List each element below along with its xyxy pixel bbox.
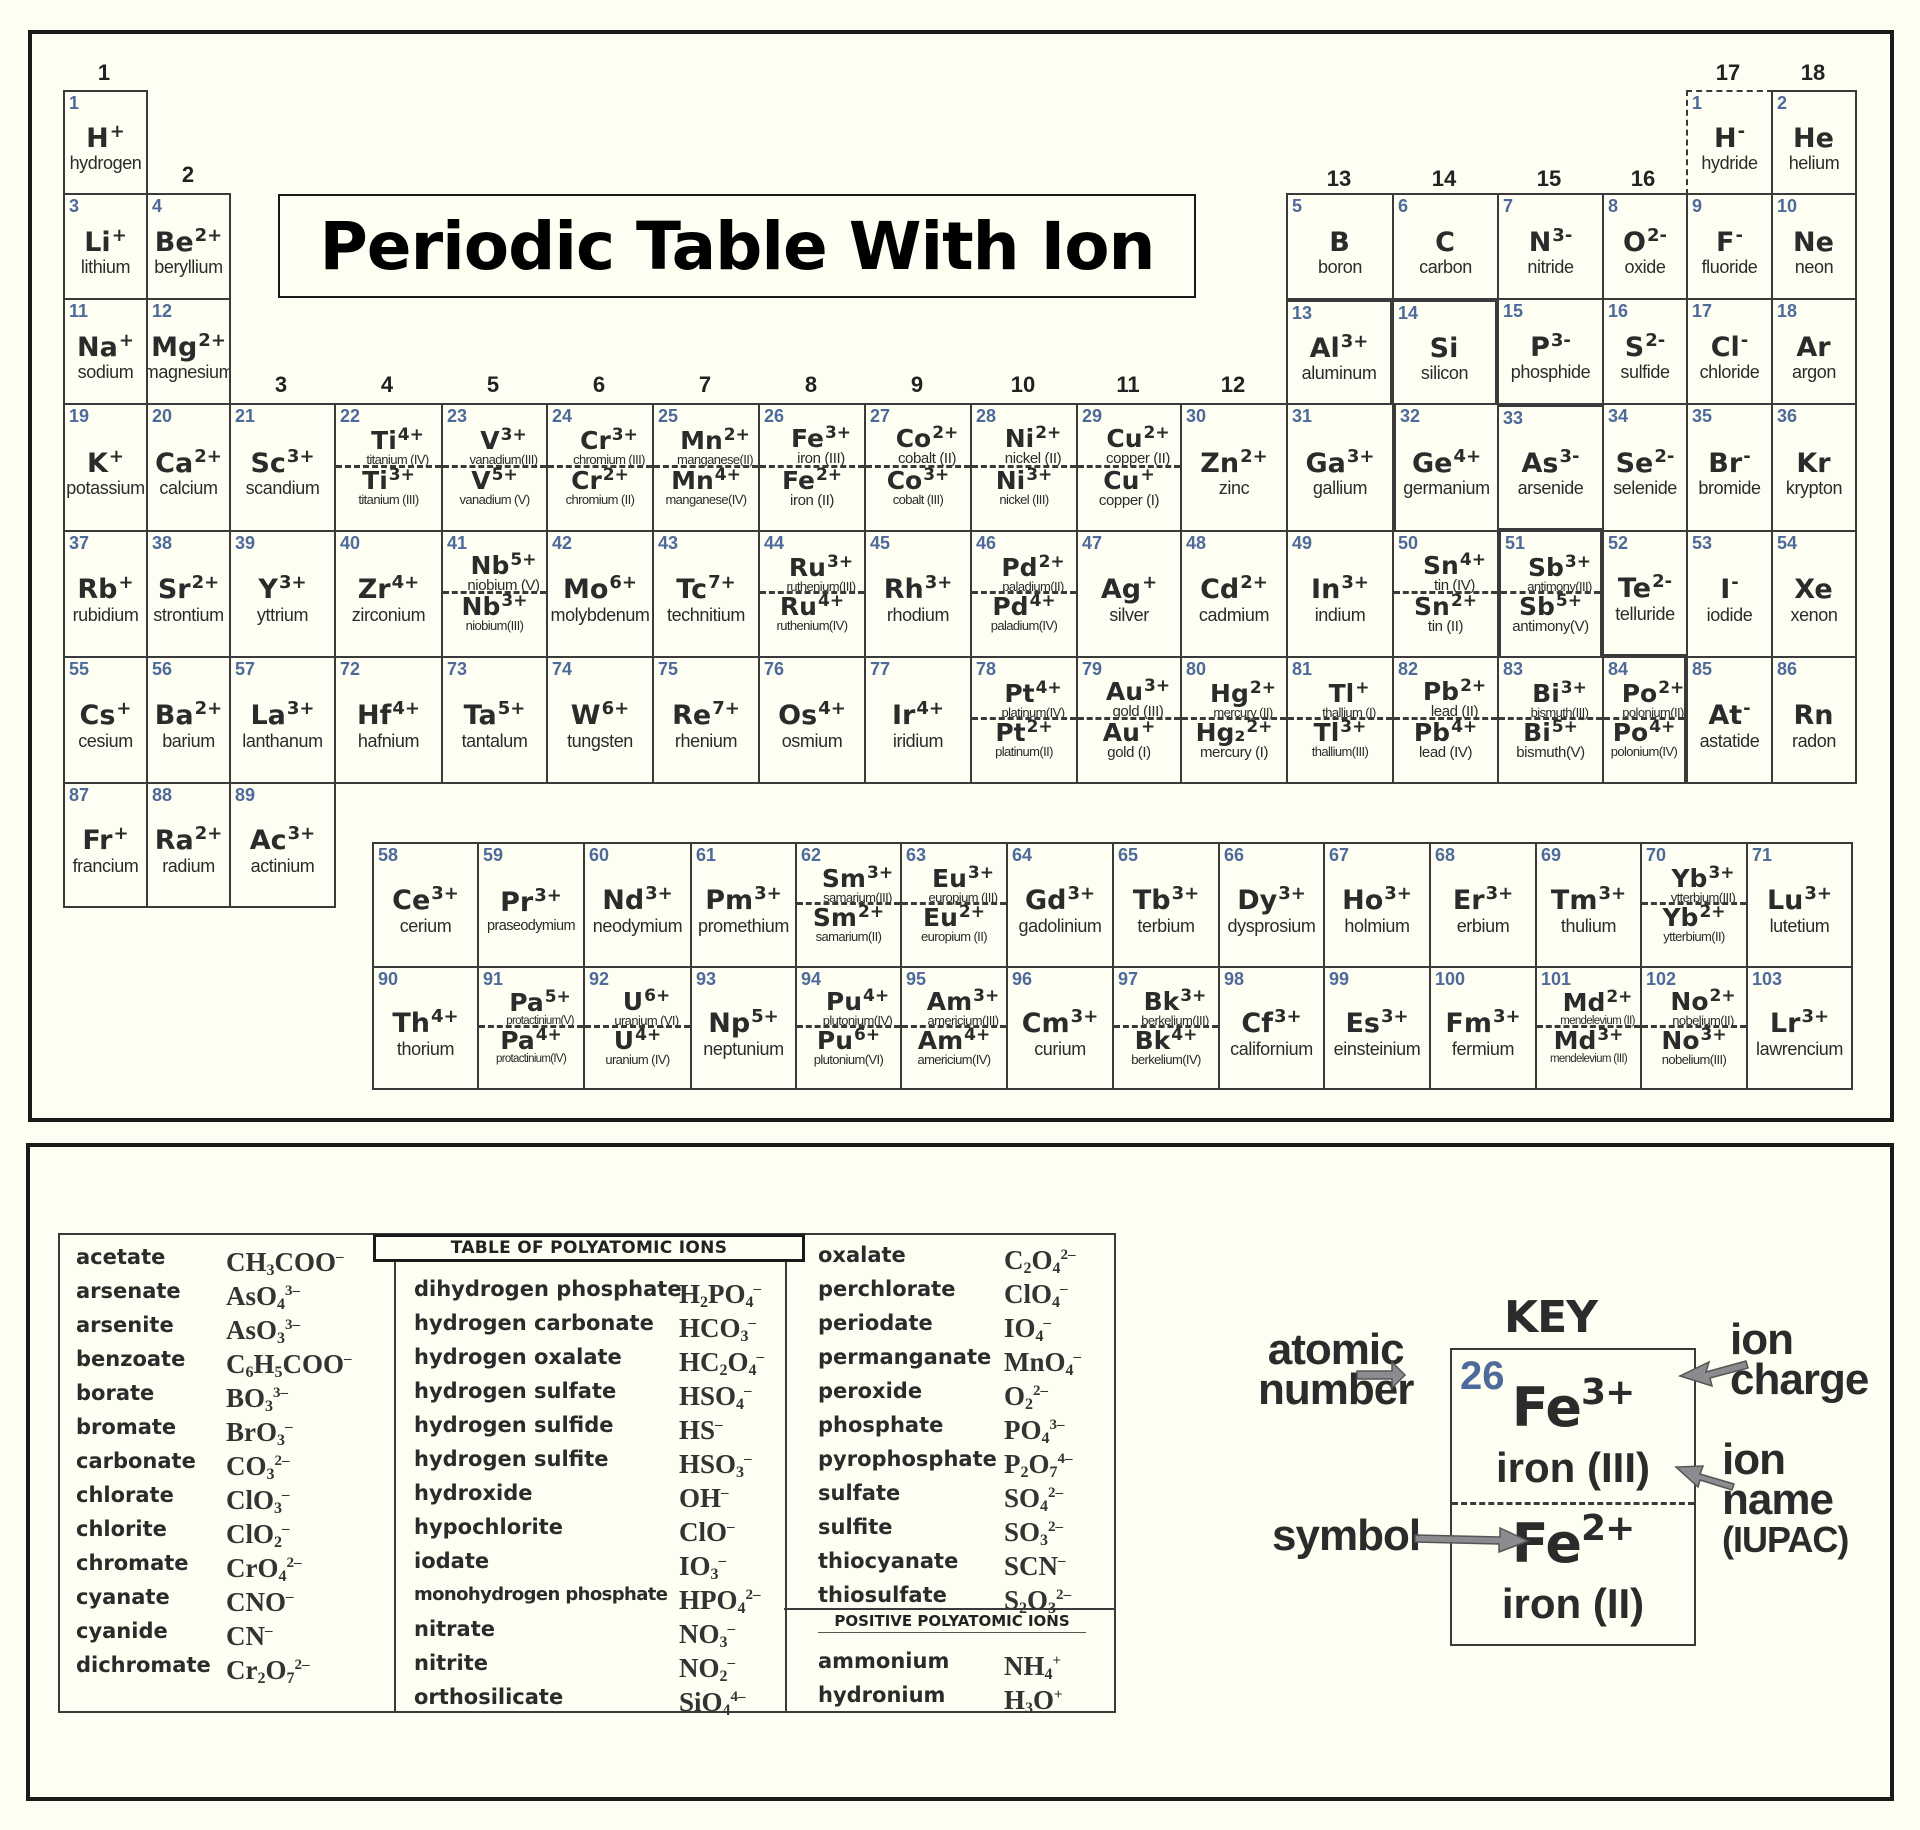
arrow-ion-charge-icon: [1677, 1360, 1749, 1388]
arrow-ion-name-icon: [1674, 1465, 1735, 1491]
arrow-symbol-icon: [1414, 1526, 1530, 1554]
key-arrows: [1356, 1360, 1749, 1554]
arrow-atomic-number-icon: [1356, 1360, 1407, 1390]
